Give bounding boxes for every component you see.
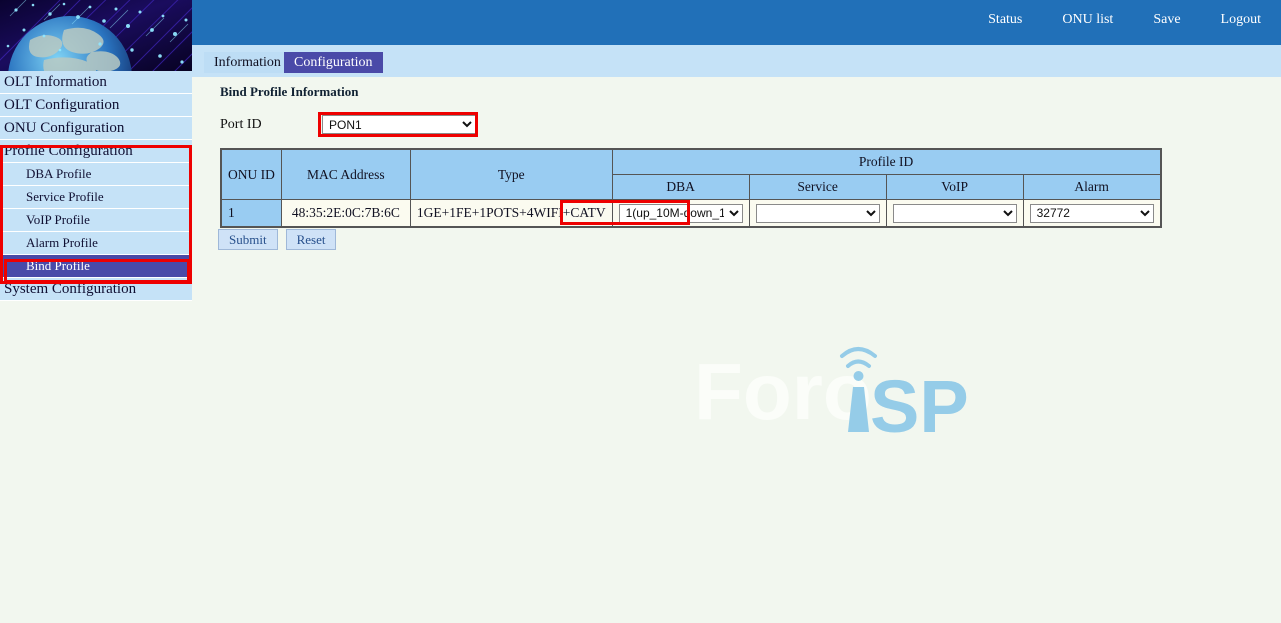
top-link-onu-list[interactable]: ONU list <box>1062 12 1113 28</box>
bind-profile-table: ONU ID MAC Address Type Profile ID DBA S… <box>220 148 1162 228</box>
cell-dba: 1(up_10M-down_10 <box>612 200 749 228</box>
submit-button[interactable]: Submit <box>218 229 278 250</box>
globe-fiber-banner-image <box>0 0 192 71</box>
sidebar-item-label: Service Profile <box>26 189 104 204</box>
column-header-dba: DBA <box>612 175 749 200</box>
port-id-row: Port ID PON1 <box>220 115 476 134</box>
wifi-tower-dot <box>854 371 864 381</box>
table-header-row-1: ONU ID MAC Address Type Profile ID <box>221 149 1161 175</box>
top-link-logout[interactable]: Logout <box>1221 12 1261 28</box>
sidebar-item-label: VoIP Profile <box>26 212 90 227</box>
table-row: 1 48:35:2E:0C:7B:6C 1GE+1FE+1POTS+4WIFI+… <box>221 200 1161 228</box>
watermark-text-foro: Foro <box>694 347 872 436</box>
sidebar-item-profile-configuration[interactable]: Profile Configuration <box>0 140 192 163</box>
column-group-header-profile-id: Profile ID <box>612 149 1161 175</box>
dba-profile-select[interactable]: 1(up_10M-down_10 <box>619 204 743 223</box>
port-id-select[interactable]: PON1 <box>322 115 476 134</box>
left-sidebar: OLT Information OLT Configuration ONU Co… <box>0 0 192 623</box>
sidebar-item-alarm-profile[interactable]: Alarm Profile <box>0 232 192 255</box>
cell-onu-id: 1 <box>221 200 281 228</box>
top-header-bar: Status ONU list Save Logout <box>192 0 1281 45</box>
sidebar-item-label: OLT Configuration <box>4 97 119 113</box>
top-link-status[interactable]: Status <box>988 12 1022 28</box>
sidebar-item-service-profile[interactable]: Service Profile <box>0 186 192 209</box>
main-content: Bind Profile Information Port ID PON1 ON… <box>192 77 1281 623</box>
cell-alarm: 32772 <box>1023 200 1161 228</box>
reset-button[interactable]: Reset <box>286 229 337 250</box>
column-header-onu-id: ONU ID <box>221 149 281 200</box>
tab-information[interactable]: Information <box>204 52 291 73</box>
sidebar-item-label: Alarm Profile <box>26 235 98 250</box>
column-header-type: Type <box>410 149 612 200</box>
top-nav-links: Status ONU list Save Logout <box>988 12 1261 28</box>
sidebar-item-label: DBA Profile <box>26 166 91 181</box>
tab-configuration[interactable]: Configuration <box>284 52 383 73</box>
cell-type: 1GE+1FE+1POTS+4WIFI+CATV <box>410 200 612 228</box>
top-link-save[interactable]: Save <box>1153 12 1180 28</box>
port-id-label: Port ID <box>220 117 322 133</box>
wifi-tower-icon <box>842 349 875 366</box>
table-head: ONU ID MAC Address Type Profile ID DBA S… <box>221 149 1161 200</box>
watermark-text-sp: SP <box>870 365 969 439</box>
sidebar-item-label: ONU Configuration <box>4 120 124 136</box>
column-header-voip: VoIP <box>886 175 1023 200</box>
sidebar-item-olt-information[interactable]: OLT Information <box>0 71 192 94</box>
sidebar-item-label: System Configuration <box>4 281 136 297</box>
table-body: 1 48:35:2E:0C:7B:6C 1GE+1FE+1POTS+4WIFI+… <box>221 200 1161 228</box>
form-button-row: Submit Reset <box>218 229 336 250</box>
sidebar-item-onu-configuration[interactable]: ONU Configuration <box>0 117 192 140</box>
voip-profile-select[interactable] <box>893 204 1017 223</box>
sidebar-item-label: Bind Profile <box>26 258 90 273</box>
cell-voip <box>886 200 1023 228</box>
cell-service <box>749 200 886 228</box>
sidebar-item-dba-profile[interactable]: DBA Profile <box>0 163 192 186</box>
sidebar-nav: OLT Information OLT Configuration ONU Co… <box>0 71 192 301</box>
sidebar-item-label: OLT Information <box>4 74 107 90</box>
tower-body <box>848 387 869 432</box>
sidebar-item-bind-profile[interactable]: Bind Profile <box>0 255 192 278</box>
sidebar-item-label: Profile Configuration <box>4 143 133 159</box>
foroisp-watermark-logo: Foro SP <box>692 339 982 439</box>
cell-mac-address: 48:35:2E:0C:7B:6C <box>281 200 410 228</box>
column-header-mac-address: MAC Address <box>281 149 410 200</box>
sidebar-item-voip-profile[interactable]: VoIP Profile <box>0 209 192 232</box>
column-header-alarm: Alarm <box>1023 175 1161 200</box>
sidebar-item-system-configuration[interactable]: System Configuration <box>0 278 192 301</box>
alarm-profile-select[interactable]: 32772 <box>1030 204 1154 223</box>
sidebar-item-olt-configuration[interactable]: OLT Configuration <box>0 94 192 117</box>
page-title: Bind Profile Information <box>220 84 358 100</box>
tab-bar: Information Configuration <box>192 45 1281 77</box>
service-profile-select[interactable] <box>756 204 880 223</box>
column-header-service: Service <box>749 175 886 200</box>
